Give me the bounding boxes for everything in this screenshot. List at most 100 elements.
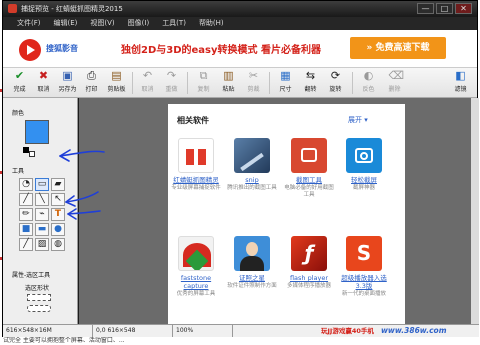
- paste-icon: ▥: [223, 69, 234, 82]
- mosaic-tool-icon[interactable]: ▨: [35, 238, 49, 251]
- rect-select-tool-icon[interactable]: ▭: [35, 178, 49, 191]
- tool-rotate-button[interactable]: ⟳ 旋转: [325, 70, 346, 96]
- app-item[interactable]: 证照之星 软件证件照制作方面: [227, 236, 277, 290]
- tool-print-button[interactable]: ⎙ 打印: [81, 70, 102, 96]
- camera-body: [301, 148, 317, 162]
- flip-icon: ⇆: [305, 69, 316, 82]
- text-tool-icon[interactable]: T: [51, 208, 65, 221]
- selection-shape-label: 选区形状: [25, 285, 50, 292]
- secondary-color-swatch[interactable]: [29, 151, 35, 157]
- app-item[interactable]: snip 腾讯推出的截图工具: [227, 138, 277, 192]
- super-player-icon: S: [346, 236, 382, 271]
- app-item[interactable]: faststone capture 优秀的屏幕工具: [171, 236, 221, 298]
- tool-label: 尺寸: [279, 86, 292, 93]
- minimize-button[interactable]: —: [417, 3, 434, 14]
- tool-save-as-button[interactable]: ▣ 另存为: [57, 70, 78, 96]
- rounded-rect-tool-icon[interactable]: ▬: [35, 223, 49, 236]
- app-item[interactable]: S 超级播放器入选3.3版 新一代的桌面播放: [339, 236, 389, 298]
- app-desc: 软件证件照制作方面: [227, 283, 277, 289]
- background-color-swatch[interactable]: [25, 120, 49, 144]
- ad-download-button[interactable]: » 免费高速下载: [350, 37, 446, 59]
- diagonal-tool-icon[interactable]: ╲: [35, 193, 49, 206]
- tool-label: 粘贴: [222, 86, 235, 93]
- app-name[interactable]: snip: [227, 176, 277, 184]
- pie-tool-icon[interactable]: ◔: [19, 178, 33, 191]
- window-title: 捕捉预览 - 红蜻蜓抓图精灵2015: [21, 5, 123, 13]
- app-window: 捕捉预览 - 红蜻蜓抓图精灵2015 — □ ✕ 文件(F) 编辑(E) 视图(…: [2, 0, 479, 337]
- gift-box-icon: [178, 138, 214, 173]
- tool-flip-button[interactable]: ⇆ 翻转: [300, 70, 321, 96]
- toolbar-separator: [132, 72, 133, 94]
- close-button[interactable]: ✕: [455, 3, 472, 14]
- tool-filter-button[interactable]: ◧ 滤镜: [450, 70, 471, 96]
- app-desc: 多媒体程序播放器: [286, 283, 331, 289]
- tool-label: 完成: [13, 86, 26, 93]
- tool-paste-button[interactable]: ▥ 粘贴: [218, 70, 239, 96]
- properties-label: 属性-选区工具: [12, 272, 51, 279]
- watermark-logo: www.386w.com: [381, 326, 447, 335]
- app-item[interactable]: 红蜻蜓抓图精灵 专业级屏幕捕捉软件: [171, 138, 221, 192]
- left-edge-mark: [0, 89, 2, 92]
- menu-view[interactable]: 视图(V): [90, 17, 114, 30]
- tool-label: 取消: [141, 86, 154, 93]
- arrow-tool-icon[interactable]: ↖: [51, 193, 65, 206]
- left-edge-mark: [0, 257, 2, 260]
- status-ad[interactable]: 玩JJ游戏赢40手机: [321, 325, 374, 337]
- tool-label: 剪裁: [247, 86, 260, 93]
- panel-title: 相关软件: [177, 116, 209, 125]
- selection-shape-rounded[interactable]: [27, 305, 51, 312]
- tool-resize-button[interactable]: ▦ 尺寸: [275, 70, 296, 96]
- selection-shape-rect[interactable]: [27, 294, 51, 301]
- maximize-button[interactable]: □: [436, 3, 453, 14]
- app-name[interactable]: 证照之星: [227, 274, 277, 282]
- tool-label: 打印: [85, 86, 98, 93]
- highlight-tool-icon[interactable]: ╱: [19, 238, 33, 251]
- blur-tool-icon[interactable]: ◍: [51, 238, 65, 251]
- tool-delete-button[interactable]: ⌫ 删除: [384, 70, 405, 96]
- app-name[interactable]: 轻松截屏: [339, 176, 389, 184]
- tool-copy-button[interactable]: ⧉ 复制: [193, 70, 214, 96]
- app-name[interactable]: 红蜻蜓抓图精灵: [171, 176, 221, 184]
- line-tool-icon[interactable]: ╱: [19, 193, 33, 206]
- app-name[interactable]: 超级播放器入选3.3版: [339, 274, 389, 290]
- tool-redo-button[interactable]: ↷ 重做: [161, 70, 182, 96]
- app-name[interactable]: flash player: [284, 274, 334, 282]
- app-name[interactable]: 截图工具: [284, 176, 334, 184]
- tool-undo-button[interactable]: ↶ 取消: [137, 70, 158, 96]
- pencil-tool-icon[interactable]: ✏: [19, 208, 33, 221]
- tool-label: 翻转: [304, 86, 317, 93]
- ad-brand: 搜狐影音: [46, 44, 78, 53]
- app-desc: 优秀的屏幕工具: [176, 291, 216, 297]
- tool-label: 重做: [165, 86, 178, 93]
- app-item[interactable]: 轻松截屏 截屏神器: [339, 138, 389, 192]
- tool-cancel-button[interactable]: ✖ 取消: [33, 70, 54, 96]
- app-item[interactable]: 截图工具 电脑必备的好用截图工具: [284, 138, 334, 199]
- menu-image[interactable]: 图像(I): [128, 17, 150, 30]
- ad-banner[interactable]: 搜狐影音 独创2D与3D的easy转换模式 看片必备利器 » 免费高速下载: [3, 30, 477, 68]
- tool-finish-button[interactable]: ✔ 完成: [9, 70, 30, 96]
- menu-edit[interactable]: 编辑(E): [54, 17, 78, 30]
- ellipse-tool-icon[interactable]: ●: [51, 223, 65, 236]
- tool-crop-button[interactable]: ✂ 剪裁: [243, 70, 264, 96]
- fill-tool-icon[interactable]: ▰: [51, 178, 65, 191]
- window-controls: — □ ✕: [417, 3, 472, 14]
- app-item[interactable]: ƒ flash player 多媒体程序播放器: [284, 236, 334, 290]
- rectangle-tool-icon[interactable]: ■: [19, 223, 33, 236]
- app-name[interactable]: faststone capture: [171, 274, 221, 290]
- expand-link[interactable]: 展开 ▾: [348, 115, 368, 125]
- menu-tools[interactable]: 工具(T): [162, 17, 186, 30]
- photo-body: [240, 256, 264, 271]
- tool-clipboard-button[interactable]: ▤ 剪贴板: [106, 70, 127, 96]
- tool-invert-button[interactable]: ◐ 反色: [358, 70, 379, 96]
- menu-help[interactable]: 帮助(H): [199, 17, 224, 30]
- delete-icon: ⌫: [388, 69, 405, 82]
- tool-label: 复制: [197, 86, 210, 93]
- filter-icon: ◧: [455, 69, 466, 82]
- vertical-scrollbar[interactable]: [471, 98, 479, 324]
- menu-file[interactable]: 文件(F): [17, 17, 41, 30]
- app-desc: 电脑必备的好用截图工具: [284, 185, 334, 198]
- brush-tool-icon[interactable]: ⌁: [35, 208, 49, 221]
- cross-icon: ✖: [38, 69, 49, 82]
- preview-canvas: 相关软件 展开 ▾ 红蜻蜓抓图精灵 专业级屏幕捕捉软件 snip 腾讯推出的截图…: [79, 98, 479, 324]
- clipboard-icon: ▤: [111, 69, 122, 82]
